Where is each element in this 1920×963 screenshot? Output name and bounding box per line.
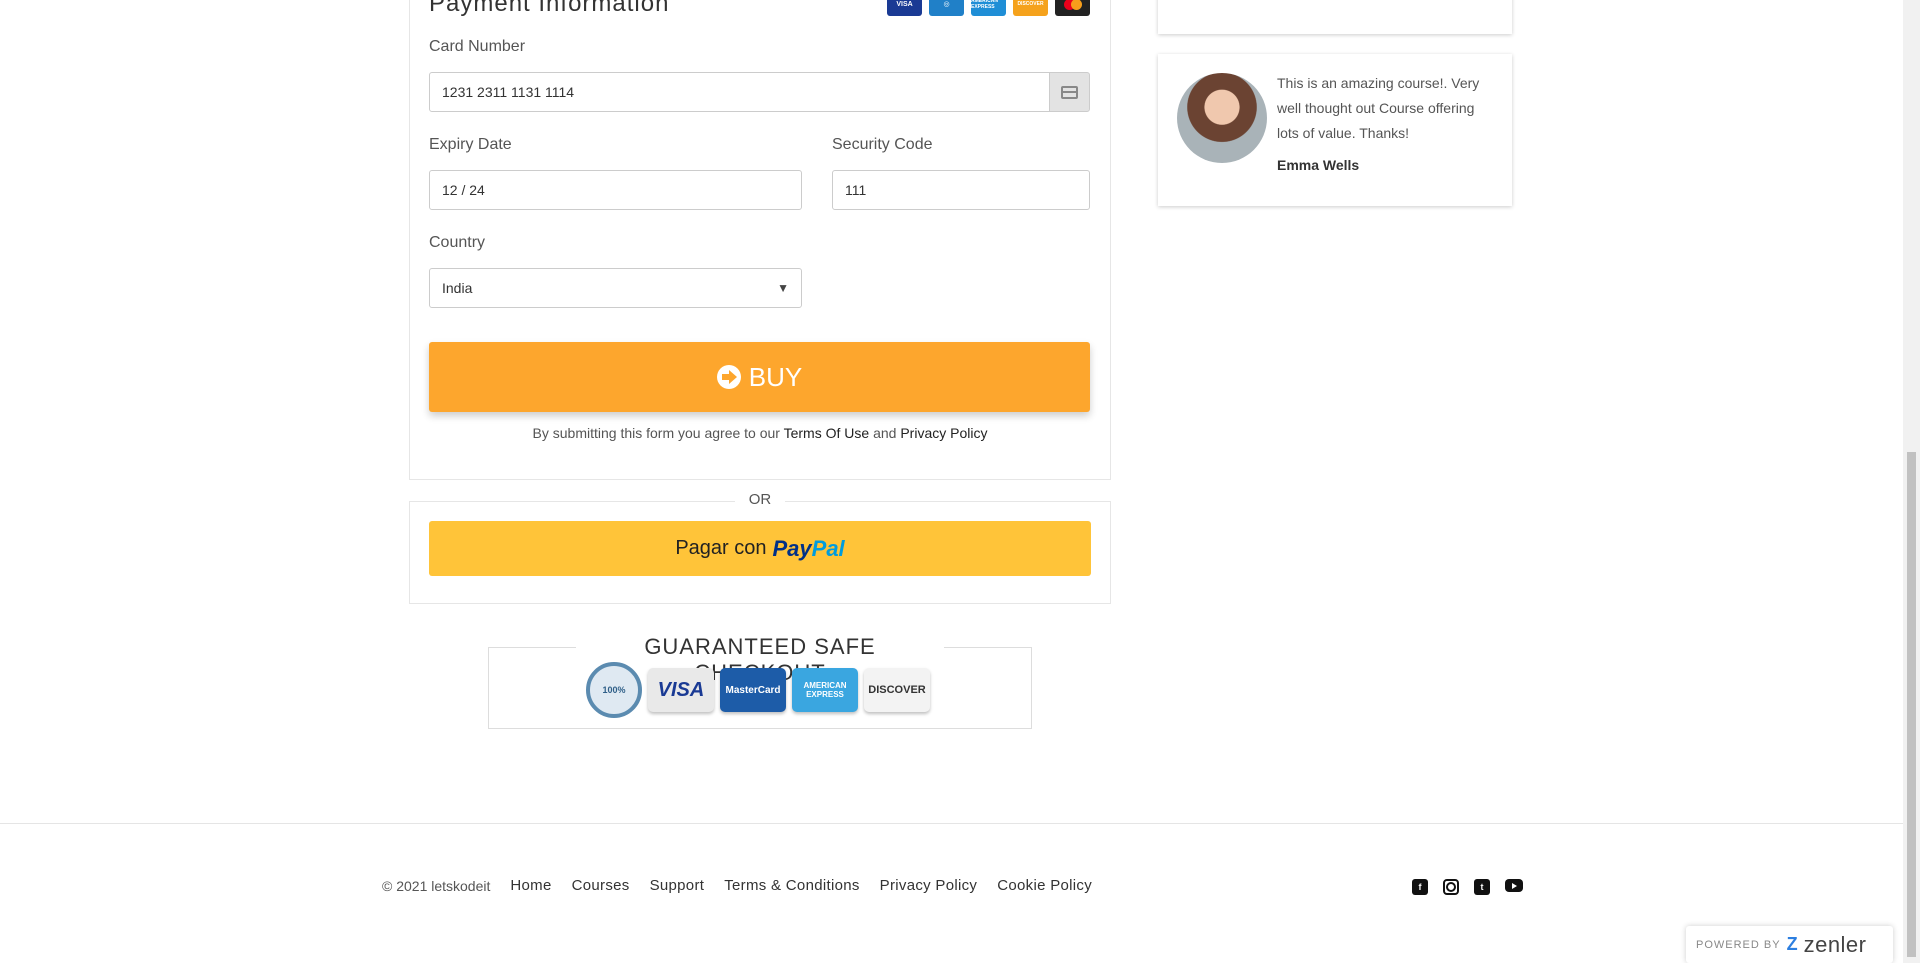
powered-by-badge[interactable]: POWERED BY Z zenler bbox=[1686, 926, 1893, 963]
credit-card-icon bbox=[1061, 85, 1078, 99]
copyright-text: © 2021 letskodeit bbox=[382, 877, 491, 894]
payment-title: Payment Information bbox=[429, 0, 670, 17]
zenler-brand: zenler bbox=[1803, 931, 1867, 957]
footer-link-cookie[interactable]: Cookie Policy bbox=[997, 877, 1092, 894]
security-code-input[interactable]: 111 bbox=[832, 170, 1090, 210]
paypal-logo: PayPal bbox=[772, 535, 845, 561]
card-number-label: Card Number bbox=[429, 38, 526, 55]
country-select[interactable]: India ▼ bbox=[429, 268, 802, 308]
buy-button[interactable]: BUY bbox=[429, 342, 1090, 412]
terms-of-use-link[interactable]: Terms Of Use bbox=[784, 425, 870, 441]
mastercard-card-icon: MasterCard bbox=[720, 668, 786, 712]
twitter-icon[interactable]: t bbox=[1474, 879, 1490, 895]
social-links: f t bbox=[1412, 879, 1523, 895]
footer-divider bbox=[0, 823, 1903, 824]
footer-link-privacy[interactable]: Privacy Policy bbox=[880, 877, 978, 894]
card-addon bbox=[1049, 72, 1090, 112]
scrollbar-thumb[interactable] bbox=[1907, 452, 1916, 957]
or-divider: OR bbox=[735, 491, 785, 508]
footer-link-courses[interactable]: Courses bbox=[572, 877, 630, 894]
arrow-right-circle-icon bbox=[716, 365, 741, 389]
page-scrollbar[interactable] bbox=[1903, 0, 1920, 963]
country-label: Country bbox=[429, 234, 486, 251]
footer-nav: © 2021 letskodeit Home Courses Support T… bbox=[382, 877, 1092, 894]
footer-link-support[interactable]: Support bbox=[650, 877, 705, 894]
amex-logo-icon: AMERICAN EXPRESS bbox=[971, 0, 1006, 16]
youtube-icon[interactable] bbox=[1505, 879, 1523, 892]
visa-logo-icon: VISA bbox=[887, 0, 922, 16]
agreement-prefix: By submitting this form you agree to our bbox=[532, 425, 784, 441]
footer-link-terms[interactable]: Terms & Conditions bbox=[724, 877, 859, 894]
footer-link-home[interactable]: Home bbox=[510, 877, 551, 894]
testimonial-author: Emma Wells bbox=[1277, 157, 1360, 173]
paypal-prefix: Pagar con bbox=[675, 537, 767, 559]
accepted-cards: VISA ◎ AMERICAN EXPRESS DISCOVER bbox=[887, 0, 1090, 16]
safe-checkout-badges: 100% VISA MasterCard AMERICAN EXPRESS DI… bbox=[586, 662, 930, 718]
facebook-icon[interactable]: f bbox=[1412, 879, 1428, 895]
avatar bbox=[1177, 73, 1267, 163]
privacy-policy-link[interactable]: Privacy Policy bbox=[900, 425, 987, 441]
security-code-label: Security Code bbox=[832, 136, 933, 153]
sidebar-card bbox=[1158, 0, 1512, 34]
diners-logo-icon: ◎ bbox=[929, 0, 964, 16]
buy-label: BUY bbox=[748, 361, 803, 392]
paypal-button[interactable]: Pagar con PayPal bbox=[429, 521, 1091, 576]
chevron-down-icon: ▼ bbox=[777, 281, 789, 295]
discover-logo-icon: DISCOVER bbox=[1013, 0, 1048, 16]
card-number-input[interactable]: 1231 2311 1131 1114 bbox=[429, 72, 1050, 112]
mastercard-logo-icon bbox=[1055, 0, 1090, 16]
expiry-date-label: Expiry Date bbox=[429, 136, 512, 153]
country-value: India bbox=[442, 280, 473, 296]
expiry-date-input[interactable]: 12 / 24 bbox=[429, 170, 802, 210]
amex-card-icon: AMERICAN EXPRESS bbox=[792, 668, 858, 712]
discover-card-icon: DISCOVER bbox=[864, 668, 930, 712]
zenler-logo-icon: Z bbox=[1786, 934, 1798, 954]
agreement-and: and bbox=[869, 425, 901, 441]
agreement-text: By submitting this form you agree to our… bbox=[409, 425, 1111, 441]
satisfaction-seal-icon: 100% bbox=[586, 662, 642, 718]
visa-card-icon: VISA bbox=[648, 668, 714, 712]
powered-by-label: POWERED BY bbox=[1696, 938, 1781, 951]
instagram-icon[interactable] bbox=[1443, 879, 1459, 895]
testimonial-text: This is an amazing course!. Very well th… bbox=[1277, 75, 1480, 141]
